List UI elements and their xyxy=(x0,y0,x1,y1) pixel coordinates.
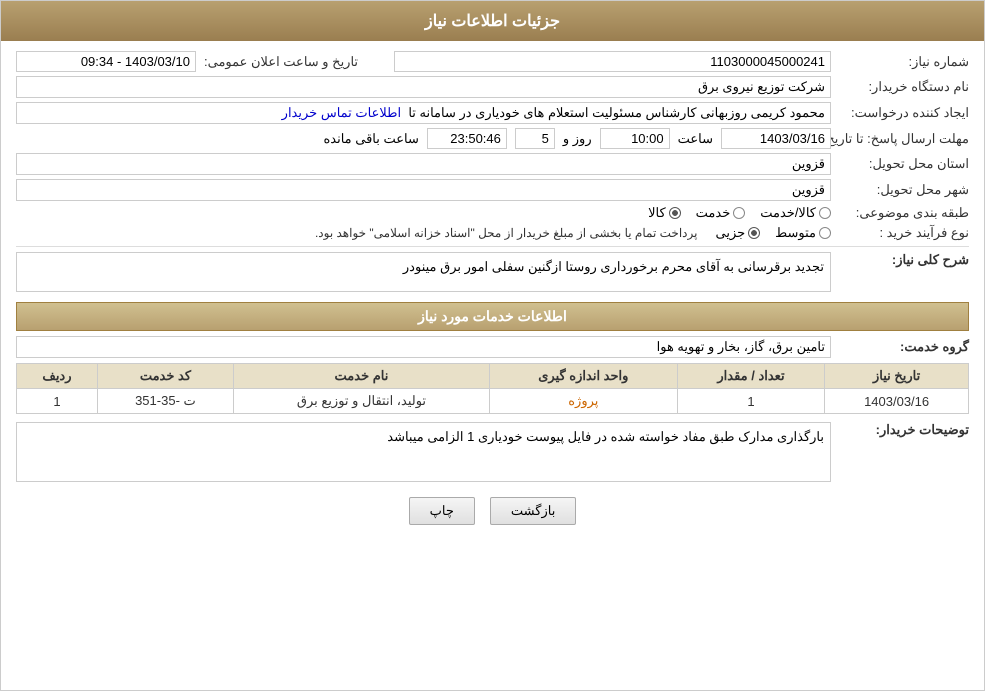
radio-khadamat: خدمت xyxy=(696,205,746,221)
gorohe-khadamat-value: تامین برق، گاز، بخار و تهویه هوا xyxy=(16,336,831,358)
row-shahr: شهر محل تحویل: قزوین xyxy=(16,179,969,201)
separator1 xyxy=(16,246,969,247)
nav-description: پرداخت تمام یا بخشی از مبلغ خریدار از مح… xyxy=(315,226,698,240)
shomara-niaz-label: شماره نیاز: xyxy=(839,54,969,70)
ijad-konande-label: ایجاد کننده درخواست: xyxy=(839,105,969,121)
button-row: بازگشت چاپ xyxy=(16,482,969,535)
tarikh-elaan-label: تاریخ و ساعت اعلان عمومی: xyxy=(204,54,358,70)
col-vahed: واحد اندازه گیری xyxy=(489,364,677,389)
nav-farayand-label: نوع فرآیند خرید : xyxy=(839,225,969,241)
tabaqe-radio-group: کالا/خدمت خدمت کالا xyxy=(648,205,831,221)
radio-circle-motavaset xyxy=(819,227,831,239)
services-table: تاریخ نیاز تعداد / مقدار واحد اندازه گیر… xyxy=(16,363,969,414)
radio-circle-kala-khadamat xyxy=(819,207,831,219)
radio-motavaset: متوسط xyxy=(775,225,831,241)
row-ostan: استان محل تحویل: قزوین xyxy=(16,153,969,175)
nav-farayand-radio-group: متوسط جزیی xyxy=(715,225,831,241)
back-button[interactable]: بازگشت xyxy=(490,497,576,525)
col-tedad: تعداد / مقدار xyxy=(677,364,825,389)
row-sharh: شرح کلی نیاز: تجدید برقرسانی به آقای محر… xyxy=(16,252,969,292)
radio-label-motavaset: متوسط xyxy=(775,225,816,241)
radio-circle-kala xyxy=(669,207,681,219)
ostan-value: قزوین xyxy=(16,153,831,175)
radio-label-kala-khadamat: کالا/خدمت xyxy=(760,205,816,221)
roz-value: 5 xyxy=(515,128,555,149)
cell-vahed: پروژه xyxy=(489,389,677,414)
row-shomara: شماره نیاز: 1103000045000241 تاریخ و ساع… xyxy=(16,51,969,72)
print-button[interactable]: چاپ xyxy=(409,497,475,525)
row-gorohe-khadamat: گروه خدمت: تامین برق، گاز، بخار و تهویه … xyxy=(16,336,969,358)
radio-circle-jozi xyxy=(748,227,760,239)
radio-jozi: جزیی xyxy=(715,225,760,241)
tosihhat-value: بارگذاری مدارک طبق مفاد خواسته شده در فا… xyxy=(16,422,831,482)
row-nav-farayand: نوع فرآیند خرید : متوسط جزیی پرداخت تمام… xyxy=(16,225,969,241)
gorohe-khadamat-label: گروه خدمت: xyxy=(839,339,969,355)
sharh-value: تجدید برقرسانی به آقای محرم برخورداری رو… xyxy=(16,252,831,292)
tarikh-mohlet-value: 1403/03/16 xyxy=(721,128,831,149)
roz-label: روز و xyxy=(563,131,592,147)
remaining-label: ساعت باقی مانده xyxy=(323,131,418,147)
ostan-label: استان محل تحویل: xyxy=(839,156,969,172)
ittila-tamaas-link[interactable]: اطلاعات تماس خریدار xyxy=(282,105,401,120)
saat-label: ساعت xyxy=(678,131,713,147)
ijad-konande-value: محمود کریمی روزبهانی کارشناس مسئولیت است… xyxy=(16,102,831,124)
col-name-khadamat: نام خدمت xyxy=(233,364,489,389)
radio-label-khadamat: خدمت xyxy=(696,205,731,221)
content-area: شماره نیاز: 1103000045000241 تاریخ و ساع… xyxy=(1,41,984,545)
saat-value: 10:00 xyxy=(600,128,670,149)
shahr-value: قزوین xyxy=(16,179,831,201)
table-row: 1403/03/16 1 پروژه تولید، انتقال و توزیع… xyxy=(17,389,969,414)
nam-dastgah-label: نام دستگاه خریدار: xyxy=(839,79,969,95)
tarikh-elaan-value: 1403/03/10 - 09:34 xyxy=(16,51,196,72)
radio-label-jozi: جزیی xyxy=(715,225,745,241)
cell-tedad: 1 xyxy=(677,389,825,414)
page-header: جزئیات اطلاعات نیاز xyxy=(1,1,984,41)
cell-tarikh: 1403/03/16 xyxy=(825,389,969,414)
cell-name-khadamat: تولید، انتقال و توزیع برق xyxy=(233,389,489,414)
shahr-label: شهر محل تحویل: xyxy=(839,182,969,198)
nam-dastgah-value: شرکت توزیع نیروی برق xyxy=(16,76,831,98)
row-tosihhat: توضیحات خریدار: بارگذاری مدارک طبق مفاد … xyxy=(16,422,969,482)
row-ijad-konande: ایجاد کننده درخواست: محمود کریمی روزبهان… xyxy=(16,102,969,124)
tosihhat-label: توضیحات خریدار: xyxy=(839,422,969,438)
section-khadamat-title: اطلاعات خدمات مورد نیاز xyxy=(16,302,969,331)
page-container: جزئیات اطلاعات نیاز شماره نیاز: 11030000… xyxy=(0,0,985,691)
radio-kala: کالا xyxy=(648,205,681,221)
cell-radif: 1 xyxy=(17,389,98,414)
col-radif: ردیف xyxy=(17,364,98,389)
col-tarikh: تاریخ نیاز xyxy=(825,364,969,389)
row-mohlet: مهلت ارسال پاسخ: تا تاریخ: 1403/03/16 سا… xyxy=(16,128,969,149)
remaining-value: 23:50:46 xyxy=(427,128,507,149)
mohlet-label: مهلت ارسال پاسخ: تا تاریخ: xyxy=(839,131,969,147)
radio-kala-khadamat: کالا/خدمت xyxy=(760,205,831,221)
tabaqe-label: طبقه بندی موضوعی: xyxy=(839,205,969,221)
row-tabaqe: طبقه بندی موضوعی: کالا/خدمت خدمت کالا xyxy=(16,205,969,221)
cell-code-khadamat: ت -35-351 xyxy=(97,389,233,414)
page-title: جزئیات اطلاعات نیاز xyxy=(425,13,560,30)
col-code-khadamat: کد خدمت xyxy=(97,364,233,389)
shomara-niaz-value: 1103000045000241 xyxy=(394,51,831,72)
radio-label-kala: کالا xyxy=(648,205,666,221)
radio-circle-khadamat xyxy=(733,207,745,219)
sharh-label: شرح کلی نیاز: xyxy=(839,252,969,268)
row-nam-dastgah: نام دستگاه خریدار: شرکت توزیع نیروی برق xyxy=(16,76,969,98)
